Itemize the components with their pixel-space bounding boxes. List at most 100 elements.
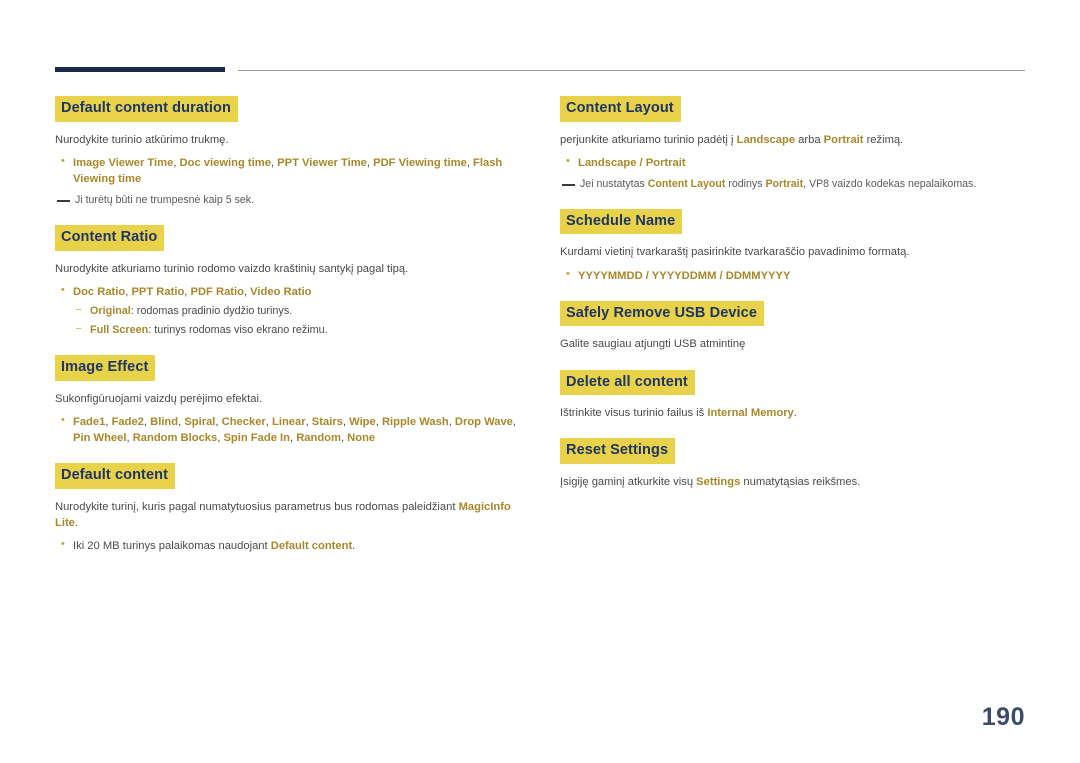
highlight-term: PPT Ratio — [131, 285, 185, 298]
bullet-list: Doc Ratio, PPT Ratio, PDF Ratio, Video R… — [55, 283, 525, 339]
doc-section: Reset Settings Įsigiję gaminį atkurkite v… — [560, 438, 1030, 490]
text-run: , — [512, 416, 517, 429]
section-description: Galite saugiau atjungti USB atmintinę — [560, 338, 746, 351]
section-heading: Safely Remove USB Device — [560, 300, 764, 327]
bullet-list: Image Viewer Time, Doc viewing time, PPT… — [55, 154, 525, 187]
section-heading: Default content — [55, 463, 176, 489]
header-thin-rule — [238, 70, 1025, 71]
highlight-term: None — [347, 432, 376, 445]
section-description: Nurodykite turinio atkūrimo trukmę. — [55, 133, 229, 146]
list-item: Image Viewer Time, Doc viewing time, PPT… — [55, 154, 525, 187]
highlight-term: Ripple Wash — [381, 416, 449, 429]
highlight-term: DDMMYYYY — [725, 269, 791, 282]
highlight-term: Original — [90, 305, 131, 317]
highlight-term: Content Layout — [647, 177, 726, 190]
highlight-term: Doc viewing time — [179, 156, 271, 169]
text-run: , VP8 vaizdo kodekas nepalaikomas. — [803, 177, 977, 190]
highlight-term: YYYYDDMM — [651, 269, 717, 282]
highlight-term: Wipe — [349, 416, 376, 429]
section-heading: Delete all content — [560, 369, 695, 395]
highlight-term: Checker — [221, 416, 266, 429]
doc-section: Safely Remove USB Device Galite saugiau a… — [560, 300, 1030, 353]
section-description: Kurdami vietinį tvarkaraštį pasirinkite … — [560, 246, 910, 259]
highlight-term: Random Blocks — [132, 432, 218, 445]
highlight-term: Fade1 — [73, 416, 106, 429]
text-run: rodinys — [725, 177, 766, 190]
bullet-list: YYYYMMDD / YYYYDDMM / DDMMYYYY — [560, 267, 1030, 284]
highlight-term: Portrait — [765, 177, 804, 190]
bullet-list: Landscape / Portrait — [560, 154, 1030, 171]
highlight-term: Default content — [270, 540, 353, 553]
doc-section: Default content duration Nurodykite turin… — [55, 96, 525, 208]
sub-list-item: Original: rodomas pradinio dydžio turiny… — [73, 303, 525, 320]
highlight-term: / — [636, 156, 646, 169]
section-note: Ji turėtų būti ne trumpesnė kaip 5 sek. — [55, 193, 525, 208]
highlight-term: Landscape — [736, 133, 796, 146]
highlight-term: Full Screen — [90, 323, 149, 336]
doc-section: Default content Nurodykite turinį, kuris … — [55, 463, 525, 554]
highlight-term: YYYYMMDD — [578, 269, 643, 282]
list-item: Landscape / Portrait — [560, 154, 1030, 171]
text-run: perjunkite atkuriamo turinio padėtį į — [560, 133, 737, 146]
highlight-term: Image Viewer Time — [73, 156, 174, 169]
list-item: Fade1, Fade2, Blind, Spiral, Checker, Li… — [55, 413, 525, 446]
section-description: Nurodykite turinį, kuris pagal numatytuo… — [55, 499, 525, 531]
text-run: Jei nustatytas — [580, 177, 648, 190]
section-heading: Default content duration — [55, 96, 238, 122]
section-description: Sukonfigūruojami vaizdų perėjimo efektai… — [55, 392, 263, 405]
section-heading: Content Ratio — [55, 225, 165, 251]
highlight-term: / — [642, 269, 652, 282]
text-run: numatytąsias reikšmes. — [740, 475, 861, 488]
highlight-term: Spin Fade In — [223, 432, 290, 445]
text-run: . — [74, 517, 78, 530]
left-column: Default content duration Nurodykite turin… — [55, 96, 525, 555]
section-note: Jei nustatytas Content Layout rodinys Po… — [560, 177, 1030, 192]
page-number: 190 — [981, 703, 1025, 731]
list-item: Iki 20 MB turinys palaikomas naudojant D… — [55, 537, 525, 554]
highlight-term: Settings — [696, 475, 741, 488]
doc-section: Content Ratio Nurodykite atkuriamo turini… — [55, 225, 525, 338]
text-run: : turinys rodomas viso ekrano režimu. — [148, 323, 328, 336]
text-run: . — [352, 540, 356, 553]
section-heading: Content Layout — [560, 96, 681, 122]
text-run: Nurodykite turinį, kuris pagal numatytuo… — [55, 500, 459, 513]
list-item: Doc Ratio, PPT Ratio, PDF Ratio, Video R… — [55, 283, 525, 339]
highlight-term: Drop Wave — [454, 416, 513, 429]
section-heading: Image Effect — [55, 355, 156, 381]
section-description: Nurodykite atkuriamo turinio rodomo vaiz… — [55, 262, 409, 275]
highlight-term: PPT Viewer Time — [277, 156, 367, 169]
highlight-term: PDF Ratio — [190, 285, 244, 298]
highlight-term: Landscape — [578, 156, 637, 169]
section-description: Ištrinkite visus turinio failus iš Inter… — [560, 405, 1030, 421]
highlight-term: Doc Ratio — [73, 285, 126, 298]
text-run: režimą. — [863, 133, 904, 146]
highlight-term: Random — [296, 432, 341, 445]
text-run: Įsigiję gaminį atkurkite visų — [560, 475, 697, 488]
sub-list-item: Full Screen: turinys rodomas viso ekrano… — [73, 322, 525, 339]
section-heading: Reset Settings — [560, 438, 676, 464]
highlight-term: Fade2 — [111, 416, 144, 429]
text-run: Iki 20 MB turinys palaikomas naudojant — [73, 540, 271, 553]
list-item: YYYYMMDD / YYYYDDMM / DDMMYYYY — [560, 267, 1030, 284]
section-heading: Schedule Name — [560, 208, 683, 235]
highlight-term: PDF Viewing time — [373, 156, 467, 169]
text-run: . — [793, 407, 797, 419]
doc-section: Delete all content Ištrinkite visus turin… — [560, 369, 1030, 422]
highlight-term: Blind — [150, 416, 179, 429]
highlight-term: Portrait — [645, 156, 686, 169]
doc-section: Content Layout perjunkite atkuriamo turin… — [560, 96, 1030, 192]
doc-section: Schedule Name Kurdami vietinį tvarkaraštį… — [560, 208, 1030, 284]
highlight-term: Portrait — [823, 133, 864, 146]
doc-section: Image Effect Sukonfigūruojami vaizdų perė… — [55, 355, 525, 446]
highlight-term: Internal Memory — [707, 407, 794, 419]
text-run: arba — [795, 133, 824, 146]
highlight-term: Spiral — [184, 416, 216, 429]
section-description: Įsigiję gaminį atkurkite visų Settings n… — [560, 474, 1030, 490]
bullet-list: Fade1, Fade2, Blind, Spiral, Checker, Li… — [55, 413, 525, 446]
highlight-term: Linear — [272, 416, 306, 429]
text-run: Ištrinkite visus turinio failus iš — [560, 407, 708, 419]
highlight-term: Pin Wheel — [73, 432, 127, 445]
right-column: Content Layout perjunkite atkuriamo turin… — [560, 96, 1030, 490]
document-page: Default content duration Nurodykite turin… — [0, 0, 1080, 763]
text-run: : rodomas pradinio dydžio turinys. — [130, 305, 293, 317]
